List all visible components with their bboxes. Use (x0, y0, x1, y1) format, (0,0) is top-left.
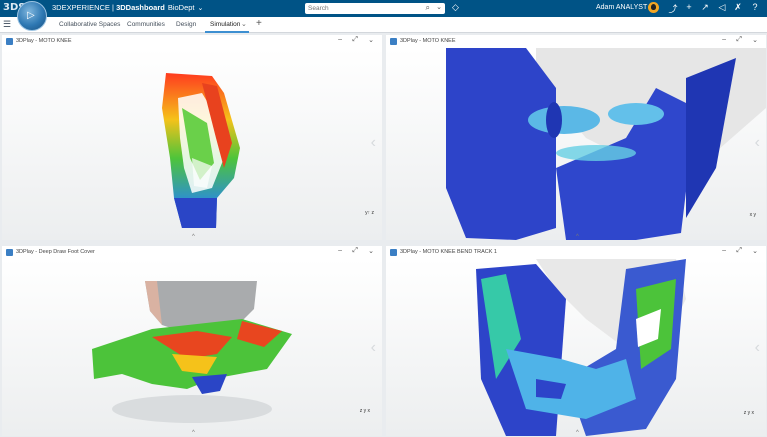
forward-icon[interactable]: ↗ (699, 2, 711, 13)
compass-icon[interactable]: ▷ (17, 1, 47, 31)
tab-collaborative-spaces[interactable]: Collaborative Spaces (59, 21, 120, 28)
search-dropdown-icon[interactable]: ⌄ (436, 3, 442, 11)
minimize-icon[interactable]: – (338, 36, 342, 43)
widget-title: 3DPlay - MOTO KNEE (400, 38, 456, 44)
chevron-down-icon[interactable]: ⌄ (241, 20, 247, 28)
search-icon[interactable]: ⌕ (426, 3, 430, 13)
tab-communities[interactable]: Communities (127, 21, 165, 28)
widget-deep-draw-foot-cover: 3DPlay - Deep Draw Foot Cover – ⤢ ⌄ ‹ ^ … (2, 246, 382, 436)
knee-closeup-model (446, 48, 766, 240)
user-name[interactable]: Adam ANALYST (596, 4, 647, 11)
share-space-icon[interactable]: ⤴ (667, 2, 679, 15)
widget-header: 3DPlay - MOTO KNEE – ⤢ ⌄ (2, 35, 382, 48)
top-bar: 3DS ▷ 3DEXPERIENCE | 3DDashboard BioDept ⌄… (0, 0, 767, 31)
search-box[interactable]: ⌕ ⌄ (305, 3, 445, 14)
share-icon[interactable]: ◁ (716, 2, 728, 13)
expand-icon[interactable]: ⤢ (352, 36, 358, 44)
knee-stress-model (162, 73, 240, 228)
tab-simulation[interactable]: Simulation (210, 21, 240, 28)
chevron-up-icon[interactable]: ^ (576, 234, 579, 240)
avatar[interactable] (648, 2, 659, 13)
expand-icon[interactable]: ⤢ (736, 36, 742, 44)
side-panel-toggle-icon[interactable]: ‹ (755, 339, 760, 357)
app-name: 3DDashboard (116, 3, 165, 12)
menu-icon[interactable]: ☰ (3, 19, 11, 30)
deep-draw-model (92, 281, 292, 423)
chevron-down-icon[interactable]: ⌄ (198, 5, 204, 12)
tab-design[interactable]: Design (176, 21, 196, 28)
axis-triad: z y x (359, 408, 370, 414)
side-panel-toggle-icon[interactable]: ‹ (755, 134, 760, 152)
3dplay-icon (6, 249, 13, 256)
widget-moto-knee: 3DPlay - MOTO KNEE – ⤢ ⌄ ‹ ^ y↑ z (2, 35, 382, 240)
3dplay-icon (390, 38, 397, 45)
3d-viewport[interactable]: ‹ ^ z y x (386, 259, 766, 436)
knee-bend-model (476, 259, 686, 436)
tag-icon[interactable]: ◇ (452, 2, 459, 13)
side-panel-toggle-icon[interactable]: ‹ (371, 339, 376, 357)
expand-icon[interactable]: ⤢ (352, 247, 358, 255)
tab-bar: ☰ Collaborative Spaces Communities Desig… (0, 17, 767, 33)
3dplay-icon (6, 38, 13, 45)
search-input[interactable] (308, 4, 413, 13)
tenant-name[interactable]: BioDept (168, 3, 195, 12)
minimize-icon[interactable]: – (722, 36, 726, 43)
chevron-up-icon[interactable]: ^ (192, 430, 195, 436)
widget-header: 3DPlay - MOTO KNEE – ⤢ ⌄ (386, 35, 766, 48)
widget-title: 3DPlay - MOTO KNEE (16, 38, 72, 44)
minimize-icon[interactable]: – (722, 247, 726, 254)
side-panel-toggle-icon[interactable]: ‹ (371, 134, 376, 152)
platform-name: 3DEXPERIENCE | (52, 3, 117, 12)
active-tab-indicator (205, 31, 249, 33)
3d-viewport[interactable]: ‹ ^ y↑ z (2, 48, 382, 240)
axis-triad: z y x (743, 410, 754, 416)
chevron-up-icon[interactable]: ^ (576, 430, 579, 436)
minimize-icon[interactable]: – (338, 247, 342, 254)
chevron-down-icon[interactable]: ⌄ (752, 36, 758, 44)
expand-icon[interactable]: ⤢ (736, 247, 742, 255)
app-title: 3DEXPERIENCE | 3DDashboard BioDept ⌄ (52, 3, 203, 12)
add-tab-icon[interactable]: + (256, 18, 262, 29)
chevron-down-icon[interactable]: ⌄ (752, 247, 758, 255)
axis-triad: y↑ z (365, 210, 374, 216)
chevron-down-icon[interactable]: ⌄ (368, 247, 374, 255)
3dplay-icon (390, 249, 397, 256)
3d-viewport[interactable]: ‹ ^ x y (386, 48, 766, 240)
chevron-down-icon[interactable]: ⌄ (368, 36, 374, 44)
widget-title: 3DPlay - MOTO KNEE BEND TRACK 1 (400, 249, 497, 255)
add-icon[interactable]: + (683, 2, 695, 12)
axis-triad: x y (749, 212, 756, 218)
chevron-up-icon[interactable]: ^ (192, 234, 195, 240)
widget-moto-knee-bend-track: 3DPlay - MOTO KNEE BEND TRACK 1 – ⤢ ⌄ ‹ … (386, 246, 766, 436)
help-icon[interactable]: ? (749, 2, 761, 12)
widget-header: 3DPlay - MOTO KNEE BEND TRACK 1 – ⤢ ⌄ (386, 246, 766, 259)
widget-header: 3DPlay - Deep Draw Foot Cover – ⤢ ⌄ (2, 246, 382, 259)
widget-moto-knee-2: 3DPlay - MOTO KNEE – ⤢ ⌄ ‹ ^ x y (386, 35, 766, 240)
3d-viewport[interactable]: ‹ ^ z y x (2, 259, 382, 436)
widget-title: 3DPlay - Deep Draw Foot Cover (16, 249, 95, 255)
tools-icon[interactable]: ✗ (732, 2, 744, 13)
